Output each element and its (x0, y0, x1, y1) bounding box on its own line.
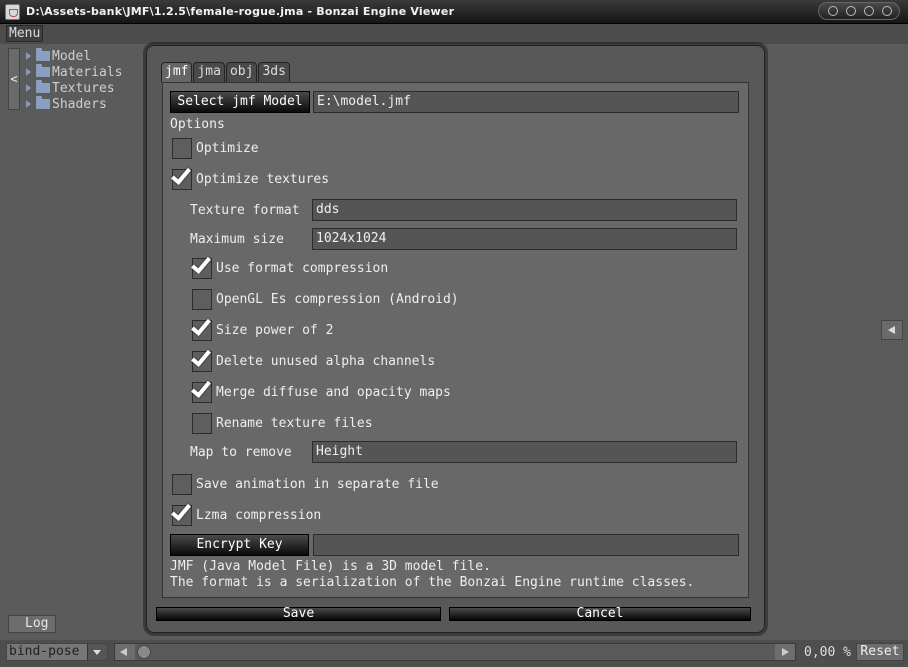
encrypt-key-field[interactable] (313, 534, 739, 556)
delete-alpha-checkbox[interactable] (191, 346, 212, 372)
merge-maps-label: Merge diffuse and opacity maps (216, 385, 451, 400)
right-panel-toggle-icon[interactable] (881, 320, 903, 340)
model-path-field[interactable]: E:\model.jmf (313, 91, 739, 113)
maximum-size-label: Maximum size (190, 232, 284, 247)
title-bar: D:\Assets-bank\JMF\1.2.5\female-rogue.jm… (0, 0, 908, 24)
tree-item-shaders[interactable]: Shaders (26, 96, 122, 112)
maximize-icon[interactable] (864, 6, 874, 16)
slider-left-icon[interactable] (115, 644, 135, 660)
folder-icon (36, 64, 50, 77)
folder-icon (36, 96, 50, 109)
encrypt-key-button[interactable]: Encrypt Key (170, 534, 309, 556)
select-model-button[interactable]: Select jmf Model (170, 91, 310, 113)
folder-icon (36, 48, 50, 61)
tab-obj[interactable]: obj (225, 62, 258, 82)
menu-button[interactable]: Menu (6, 25, 44, 42)
folder-icon (36, 80, 50, 93)
close-icon[interactable] (882, 6, 892, 16)
lzma-compression-label: Lzma compression (196, 508, 322, 523)
timeline-slider[interactable] (114, 643, 796, 661)
size-power-of-2-checkbox[interactable] (191, 315, 212, 341)
chevron-down-icon[interactable] (87, 644, 107, 660)
sidebar-collapse-button[interactable]: < (8, 48, 20, 110)
merge-maps-checkbox[interactable] (191, 377, 212, 403)
use-format-compression-checkbox[interactable] (191, 253, 212, 279)
lzma-compression-checkbox[interactable] (171, 500, 192, 526)
slider-right-icon[interactable] (775, 644, 795, 660)
expand-arrow-icon[interactable] (26, 52, 31, 60)
format-description-line-2: The format is a serialization of the Bon… (170, 575, 695, 590)
delete-alpha-label: Delete unused alpha channels (216, 354, 436, 369)
rename-texture-files-checkbox[interactable] (192, 413, 212, 434)
texture-format-field[interactable]: dds (312, 199, 737, 221)
save-animation-checkbox[interactable] (172, 474, 192, 495)
map-to-remove-label: Map to remove (190, 445, 292, 460)
reset-button[interactable]: Reset (856, 643, 904, 661)
expand-arrow-icon[interactable] (26, 100, 31, 108)
cancel-button[interactable]: Cancel (449, 607, 751, 621)
rename-texture-files-label: Rename texture files (216, 416, 373, 431)
options-heading: Options (170, 117, 225, 132)
texture-format-label: Texture format (190, 203, 300, 218)
zoom-readout: 0,00 % (804, 645, 851, 660)
pose-select-value: bind-pose (9, 644, 80, 659)
maximum-size-field[interactable]: 1024x1024 (312, 228, 737, 250)
tab-3ds[interactable]: 3ds (258, 62, 290, 82)
optimize-checkbox[interactable] (172, 138, 192, 159)
pose-select[interactable]: bind-pose (6, 643, 108, 661)
format-tabs: jmf jma obj 3ds (161, 62, 291, 82)
asset-tree: Model Materials Textures Shaders (26, 48, 122, 112)
window-controls (818, 2, 900, 20)
minimize-icon[interactable] (846, 6, 856, 16)
tab-jmf[interactable]: jmf (161, 62, 193, 82)
tab-jma[interactable]: jma (193, 62, 225, 82)
expand-arrow-icon[interactable] (26, 68, 31, 76)
format-description-line-1: JMF (Java Model File) is a 3D model file… (170, 559, 491, 574)
tree-item-materials[interactable]: Materials (26, 64, 122, 80)
expand-arrow-icon[interactable] (26, 84, 31, 92)
use-format-compression-label: Use format compression (216, 261, 389, 276)
opengl-es-compression-checkbox[interactable] (192, 289, 212, 310)
java-app-icon (5, 4, 20, 20)
save-animation-label: Save animation in separate file (196, 477, 439, 492)
tree-item-model[interactable]: Model (26, 48, 122, 64)
opengl-es-compression-label: OpenGL Es compression (Android) (216, 292, 459, 307)
slider-thumb[interactable] (137, 645, 151, 659)
window-menu-icon[interactable] (828, 6, 838, 16)
log-button[interactable]: Log (8, 615, 56, 633)
window-title: D:\Assets-bank\JMF\1.2.5\female-rogue.jm… (26, 5, 455, 18)
tree-item-textures[interactable]: Textures (26, 80, 122, 96)
size-power-of-2-label: Size power of 2 (216, 323, 334, 338)
optimize-textures-checkbox[interactable] (171, 164, 192, 190)
optimize-label: Optimize (196, 141, 259, 156)
map-to-remove-field[interactable]: Height (312, 441, 737, 463)
menu-bar: Menu (0, 24, 908, 44)
optimize-textures-label: Optimize textures (196, 172, 330, 187)
save-button[interactable]: Save (156, 607, 441, 621)
